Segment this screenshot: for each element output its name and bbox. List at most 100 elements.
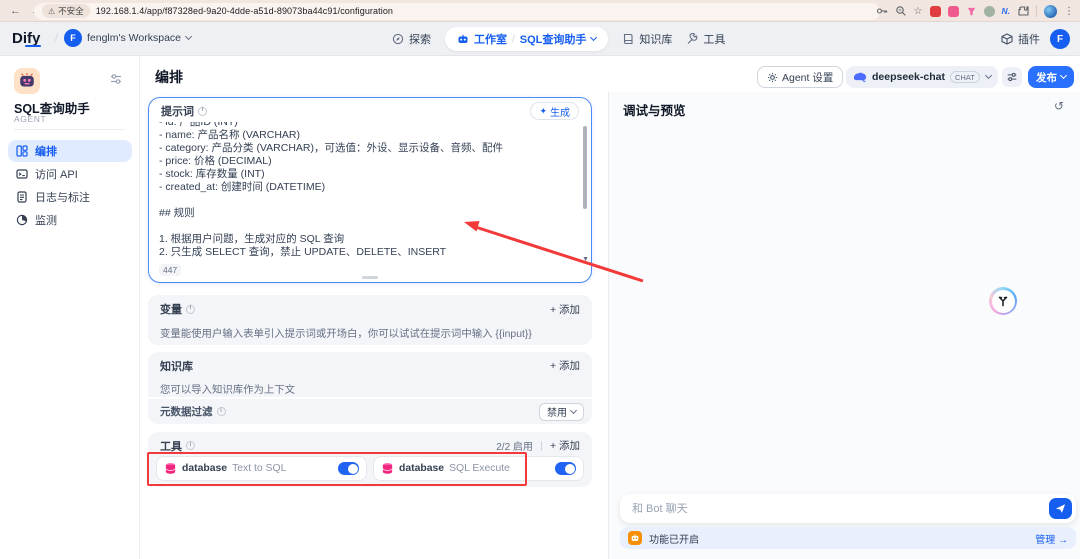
add-tool-button[interactable]: + 添加 (550, 438, 580, 453)
security-chip[interactable]: ⚠ 不安全 (42, 4, 90, 18)
divider (1036, 5, 1037, 17)
pie-chart-icon (16, 214, 28, 226)
extensions-puzzle-icon[interactable] (1017, 5, 1029, 17)
scroll-down-icon[interactable]: ▼ (582, 256, 589, 263)
variables-card: 变量 + 添加 变量能使用户输入表单引入提示词或开场白，你可以试试在提示词中输入… (148, 295, 592, 345)
metadata-filter-label: 元数据过滤 (160, 404, 226, 419)
address-bar[interactable]: ⚠ 不安全 192.168.1.4/app/f87328ed-9a20-4dde… (34, 2, 880, 20)
knowledge-description: 您可以导入知识库作为上下文 (160, 385, 296, 396)
back-icon[interactable]: ← (10, 5, 21, 17)
generate-button[interactable]: ✦ 生成 (530, 102, 579, 120)
nav-tools[interactable]: 工具 (686, 31, 725, 47)
app-header: Dify / F fenglm's Workspace 探索 工作室 / SQL… (0, 22, 1080, 56)
prompt-line: 2. 只生成 SELECT 查询，禁止 UPDATE、DELETE、INSERT (159, 246, 447, 258)
manage-features-link[interactable]: 管理 → (1035, 531, 1068, 546)
annotation-rectangle (147, 452, 527, 486)
browser-actions: ☆ N. ⋮ (876, 0, 1074, 22)
page-title: 编排 (155, 69, 183, 85)
divider (540, 440, 542, 451)
user-avatar[interactable]: F (1050, 29, 1070, 49)
knowledge-card: 知识库 + 添加 您可以导入知识库作为上下文 元数据过滤 禁用 (148, 352, 592, 424)
feature-robot-icon (628, 531, 642, 545)
sidebar-item-monitoring[interactable]: 监测 (8, 209, 132, 231)
nav-studio-pill[interactable]: 工作室 / SQL查询助手 (445, 27, 609, 51)
scrollbar-thumb[interactable] (583, 126, 587, 209)
gear-icon (767, 72, 778, 82)
package-icon (1001, 33, 1013, 45)
chevron-down-icon (590, 33, 598, 42)
chat-input[interactable] (620, 502, 1049, 515)
hammer-icon (688, 33, 698, 44)
extension-icon-pink[interactable] (947, 5, 959, 17)
zoom-icon[interactable] (895, 5, 907, 17)
app-settings-icon[interactable] (109, 72, 123, 91)
nav-studio: 工作室 (474, 34, 507, 46)
dify-logo[interactable]: Dify (12, 30, 41, 47)
nav-plugins[interactable]: 插件 (1001, 31, 1040, 47)
info-icon (198, 106, 207, 116)
screen: ← → ⟳ ⚠ 不安全 192.168.1.4/app/f87328ed-9a2… (0, 0, 1080, 559)
url-text: 192.168.1.4/app/f87328ed-9a20-4dde-a51d-… (95, 6, 394, 16)
agent-settings-button[interactable]: Agent 设置 (757, 66, 844, 88)
prompt-line (159, 220, 579, 233)
sidebar-item-logs[interactable]: 日志与标注 (8, 186, 132, 208)
sidebar-item-orchestrate[interactable]: 编排 (8, 140, 132, 162)
info-icon (186, 304, 195, 314)
bookmark-star-icon[interactable]: ☆ (914, 6, 923, 17)
tool-toggle[interactable] (555, 462, 576, 475)
add-knowledge-button[interactable]: + 添加 (550, 358, 580, 373)
divider: / (55, 32, 59, 44)
tools-meta: 2/2 启用 + 添加 (496, 438, 580, 453)
features-bar: 功能已开启 管理 → (620, 527, 1076, 549)
mascot-glyph (991, 289, 1015, 313)
model-parameters-button[interactable] (1002, 67, 1022, 87)
publish-button[interactable]: 发布 (1028, 66, 1074, 88)
app-icon[interactable] (14, 68, 40, 94)
prompt-card: 提示词 ✦ 生成 - id: 产品ID (INT) - name: 产品名称 (… (148, 97, 592, 283)
prompt-line: - id: 产品ID (INT) (159, 122, 238, 128)
model-selector[interactable]: deepseek-chat CHAT (846, 66, 998, 88)
resize-handle[interactable] (362, 276, 378, 279)
password-key-icon[interactable] (876, 5, 888, 17)
divider (14, 129, 125, 130)
prompt-textarea[interactable]: - id: 产品ID (INT) - name: 产品名称 (VARCHAR) … (159, 122, 579, 258)
dify-mascot-badge (989, 287, 1017, 315)
prompt-line: 1. 根据用户问题，生成对应的 SQL 查询 (159, 233, 345, 245)
main-nav: 探索 工作室 / SQL查询助手 知识库 工具 (392, 22, 725, 56)
nav-knowledge[interactable]: 知识库 (622, 31, 672, 47)
knowledge-label: 知识库 (160, 360, 193, 373)
extension-icon-funnel[interactable] (966, 6, 977, 17)
char-count-badge: 447 (159, 264, 182, 276)
workspace-avatar: F (64, 29, 82, 47)
chat-input-box (620, 494, 1076, 523)
send-button[interactable] (1049, 498, 1072, 519)
divider: / (512, 33, 515, 45)
info-icon (216, 407, 226, 416)
warning-icon: ⚠ (48, 6, 56, 16)
extension-icon-green[interactable] (983, 5, 995, 17)
knowledge-header: 知识库 + 添加 (148, 352, 592, 379)
sidebar-item-api[interactable]: 访问 API (8, 163, 132, 185)
chevron-down-icon (569, 406, 578, 414)
toggle-knob (564, 463, 575, 474)
features-enabled-label: 功能已开启 (649, 534, 699, 546)
tools-enabled-count: 2/2 启用 (496, 442, 533, 453)
prompt-line: - price: 价格 (DECIMAL) (159, 155, 272, 167)
nav-explore[interactable]: 探索 (392, 31, 431, 47)
menu-dots-icon[interactable]: ⋮ (1064, 6, 1074, 17)
workspace-selector[interactable]: F fenglm's Workspace (64, 29, 193, 47)
variables-label: 变量 (160, 301, 195, 317)
deepseek-whale-icon (853, 72, 867, 82)
variables-description: 变量能使用户输入表单引入提示词或开场白，你可以试试在提示词中输入 {{input… (160, 329, 532, 340)
add-variable-button[interactable]: + 添加 (550, 302, 580, 317)
extension-icon-n[interactable]: N. (1002, 6, 1011, 16)
refresh-icon[interactable]: ↺ (1054, 99, 1064, 113)
model-type-badge: CHAT (949, 71, 980, 83)
nav-current-app: SQL查询助手 (519, 34, 587, 46)
terminal-icon (16, 169, 28, 179)
extension-icon-red[interactable] (929, 5, 941, 17)
sparkle-icon: ✦ (539, 105, 547, 116)
prompt-line: ## 规则 (159, 207, 195, 219)
metadata-filter-dropdown[interactable]: 禁用 (539, 402, 584, 421)
profile-avatar[interactable] (1044, 4, 1057, 18)
